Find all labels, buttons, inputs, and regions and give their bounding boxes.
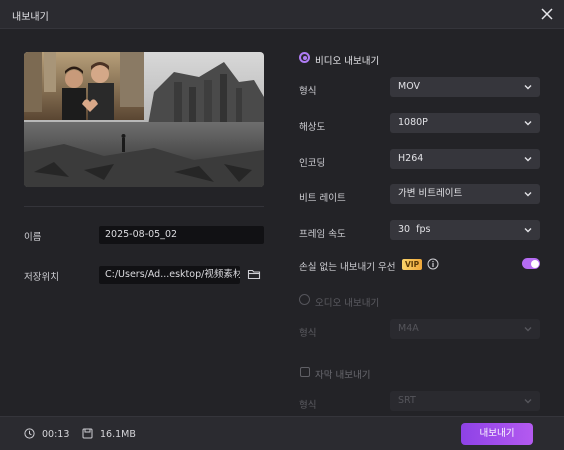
frame-rate-label: 프레임 속도 xyxy=(299,229,346,240)
resolution-value: 1080P xyxy=(398,117,428,128)
footer-bar: 00:13 16.1MB 내보내기 xyxy=(0,416,564,450)
encoding-value: H264 xyxy=(398,153,424,164)
format-select[interactable]: MOV xyxy=(390,77,540,97)
duration-text: 00:13 xyxy=(42,429,70,440)
audio-format-select[interactable]: M4A xyxy=(390,319,540,339)
resolution-select[interactable]: 1080P xyxy=(390,113,540,133)
subtitle-export-checkbox[interactable] xyxy=(300,367,310,377)
encoding-label: 인코딩 xyxy=(299,158,326,169)
title-bar: 내보내기 xyxy=(0,0,564,29)
close-icon[interactable] xyxy=(538,5,556,23)
clock-icon xyxy=(24,428,35,439)
audio-format-label: 형식 xyxy=(299,328,317,339)
subtitle-format-select[interactable]: SRT xyxy=(390,391,540,411)
left-divider xyxy=(24,206,264,207)
subtitle-format-label: 형식 xyxy=(299,400,317,411)
chevron-down-icon xyxy=(524,228,532,233)
lossless-export-label: 손실 없는 내보내기 우선 xyxy=(299,262,396,273)
subtitle-format-value: SRT xyxy=(398,395,416,406)
folder-icon[interactable] xyxy=(247,267,261,281)
dialog-body: 이름 2025-08-05_02 저장위치 C:/Users/Ad...eskt… xyxy=(0,29,564,416)
chevron-down-icon xyxy=(524,192,532,197)
name-label: 이름 xyxy=(24,232,42,243)
save-disk-icon xyxy=(82,428,93,439)
chevron-down-icon xyxy=(524,327,532,332)
encoding-select[interactable]: H264 xyxy=(390,149,540,169)
bitrate-value: 가변 비트레이트 xyxy=(398,188,463,199)
video-export-title: 비디오 내보내기 xyxy=(315,56,380,67)
file-name-input[interactable]: 2025-08-05_02 xyxy=(99,226,264,244)
dialog-title: 내보내기 xyxy=(12,12,49,23)
audio-export-radio[interactable] xyxy=(299,294,310,305)
save-location-field[interactable]: C:/Users/Ad...esktop/视频素材 xyxy=(99,266,240,284)
chevron-down-icon xyxy=(524,85,532,90)
format-value: MOV xyxy=(398,81,421,92)
info-icon[interactable] xyxy=(427,258,439,270)
chevron-down-icon xyxy=(524,121,532,126)
vip-badge: VIP xyxy=(402,259,423,270)
lossless-toggle[interactable] xyxy=(522,258,540,269)
subtitle-export-title: 자막 내보내기 xyxy=(315,370,371,381)
video-export-radio[interactable] xyxy=(299,52,310,63)
save-location-label: 저장위치 xyxy=(24,272,59,283)
frame-rate-value: 30 fps xyxy=(398,224,431,235)
chevron-down-icon xyxy=(524,157,532,162)
bitrate-select[interactable]: 가변 비트레이트 xyxy=(390,184,540,204)
audio-format-value: M4A xyxy=(398,323,419,334)
chevron-down-icon xyxy=(524,399,532,404)
audio-export-title: 오디오 내보내기 xyxy=(315,298,380,309)
export-button[interactable]: 내보내기 xyxy=(461,423,533,445)
frame-rate-select[interactable]: 30 fps xyxy=(390,220,540,240)
video-preview-thumbnail xyxy=(24,52,264,187)
bitrate-label: 비트 레이트 xyxy=(299,193,346,204)
format-label: 형식 xyxy=(299,86,317,97)
resolution-label: 해상도 xyxy=(299,122,326,133)
file-size-text: 16.1MB xyxy=(100,429,136,440)
